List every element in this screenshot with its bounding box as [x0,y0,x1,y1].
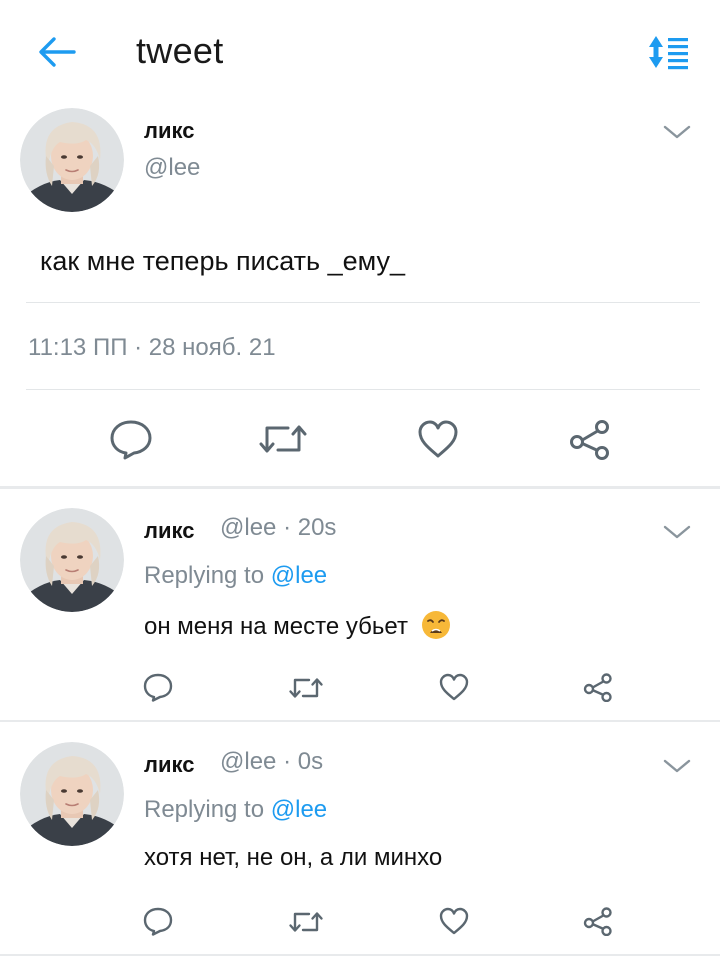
replying-to: Replying to @lee [144,796,327,824]
avatar[interactable] [20,742,124,846]
share-icon [583,673,612,702]
reply-author-handle[interactable]: @lee [220,514,276,541]
reply-icon [110,420,152,460]
meta-separator: · [283,514,292,541]
arrow-left-icon [39,37,76,67]
reply-author-meta: @lee · 20s [220,514,336,542]
tweet-menu-button[interactable] [662,756,692,776]
retweet-icon [289,678,323,698]
tweet-timestamp: 11:13 ПП · 28 нояб. 21 [28,334,276,362]
tweet-date: 28 нояб. 21 [148,334,276,361]
back-button[interactable] [36,34,78,70]
retweet-icon [259,425,307,453]
weary-face-icon [421,610,451,647]
retweet-button[interactable] [288,674,324,702]
reply-author-name[interactable]: ликс [144,752,194,778]
share-icon [570,420,609,460]
sort-list-icon [649,36,688,70]
mention-link[interactable]: @lee [271,796,327,823]
divider [0,720,720,722]
replying-to: Replying to @lee [144,562,327,590]
like-button[interactable] [438,672,470,702]
reply-button[interactable] [142,672,174,702]
divider [26,302,700,303]
reply-age: 0s [297,748,324,775]
chevron-down-icon [663,759,691,773]
tweet-text: как мне теперь писать _ему_ [40,246,406,276]
like-icon [439,907,469,935]
like-icon [418,420,458,458]
page-title: tweet [136,30,224,71]
avatar[interactable] [20,108,124,212]
author-handle[interactable]: @lee [144,154,200,182]
divider [0,954,720,956]
reply-icon [143,673,173,702]
tweet-time: 11:13 ПП [28,334,128,361]
reply-button[interactable] [142,906,174,936]
chevron-down-icon [663,525,691,539]
reply-icon [143,907,173,936]
reply-text: хотя нет, не он, а ли минхо [144,844,443,871]
top-bar: tweet [0,0,720,100]
share-button[interactable] [582,672,614,702]
meta-separator: · [134,334,143,361]
meta-separator: · [283,748,292,775]
retweet-button[interactable] [288,908,324,936]
share-button[interactable] [582,906,614,936]
reply-text: он меня на месте убьет [144,613,408,640]
reply-age: 20s [297,514,337,541]
share-icon [583,907,612,936]
reply-text-line: он меня на месте убьет [144,610,451,647]
tweet-menu-button[interactable] [662,522,692,542]
tweet-menu-button[interactable] [662,122,692,142]
thread-separator [0,486,720,489]
reply-author-handle[interactable]: @lee [220,748,276,775]
author-name[interactable]: ликс [144,118,194,144]
replying-label: Replying to [144,562,265,589]
mention-link[interactable]: @lee [271,562,327,589]
like-button[interactable] [438,906,470,936]
like-icon [439,673,469,701]
reply-author-meta: @lee · 0s [220,748,323,776]
reply-author-name[interactable]: ликс [144,518,194,544]
chevron-down-icon [663,125,691,139]
retweet-button[interactable] [258,420,308,458]
reply-button[interactable] [108,418,154,460]
avatar[interactable] [20,508,124,612]
replying-label: Replying to [144,796,265,823]
retweet-icon [289,912,323,932]
like-button[interactable] [416,418,460,460]
divider [26,389,700,390]
share-button[interactable] [568,418,612,460]
sort-button[interactable] [646,34,690,70]
